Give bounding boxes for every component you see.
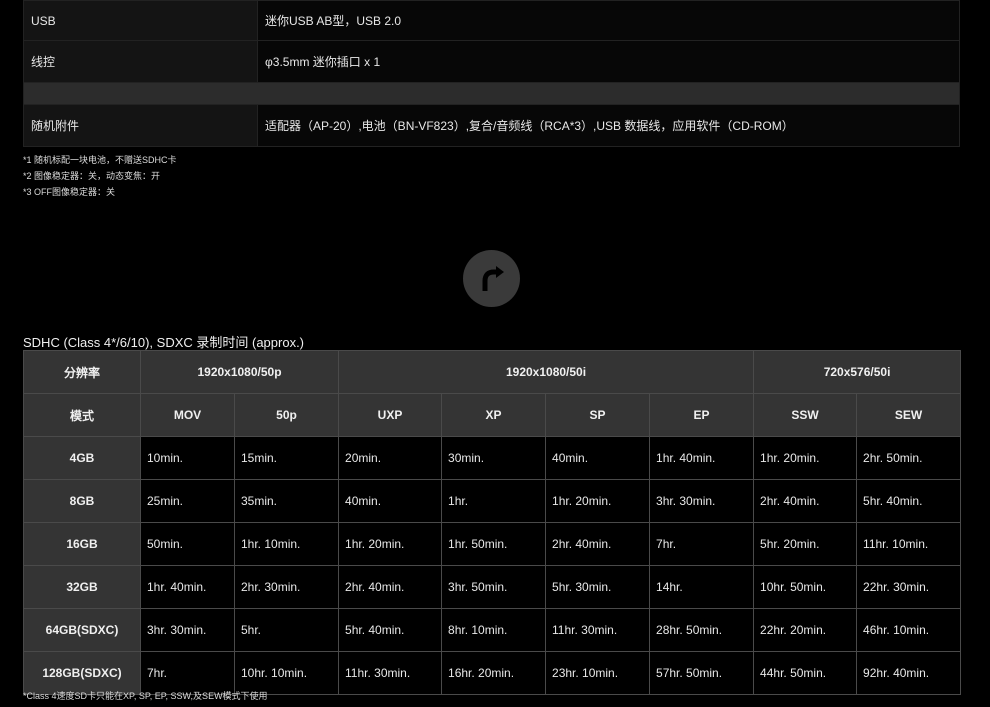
time-cell: 3hr. 30min. <box>649 479 755 523</box>
capacity-cell: 64GB(SDXC) <box>23 608 141 652</box>
spec-value: φ3.5mm 迷你插口 x 1 <box>257 40 960 83</box>
recording-time-table: 分辨率 1920x1080/50p 1920x1080/50i 720x576/… <box>23 350 962 695</box>
time-cell: 10min. <box>140 436 235 480</box>
capacity-cell: 4GB <box>23 436 141 480</box>
back-to-top-button[interactable] <box>463 250 520 307</box>
time-cell: 3hr. 50min. <box>441 565 547 609</box>
table-row: 8GB 25min. 35min. 40min. 1hr. 1hr. 20min… <box>23 479 962 523</box>
time-cell: 92hr. 40min. <box>856 651 962 695</box>
spec-notes: *1 随机标配一块电池，不赠送SDHC卡 *2 图像稳定器：关，动态变焦：开 *… <box>23 152 177 200</box>
header-row-resolution: 分辨率 1920x1080/50p 1920x1080/50i 720x576/… <box>23 350 962 394</box>
time-cell: 3hr. 30min. <box>140 608 235 652</box>
time-cell: 44hr. 50min. <box>753 651 858 695</box>
time-cell: 1hr. 50min. <box>441 522 547 566</box>
spec-value: 适配器（AP-20）,电池（BN-VF823）,复合/音频线（RCA*3）,US… <box>257 104 960 147</box>
time-cell: 10hr. 50min. <box>753 565 858 609</box>
mode-cell: XP <box>441 393 547 437</box>
note-line: *1 随机标配一块电池，不赠送SDHC卡 <box>23 155 177 165</box>
time-cell: 2hr. 50min. <box>856 436 962 480</box>
spec-label: USB <box>23 0 258 41</box>
time-cell: 28hr. 50min. <box>649 608 755 652</box>
mode-cell: UXP <box>338 393 443 437</box>
time-cell: 1hr. 40min. <box>140 565 235 609</box>
time-cell: 22hr. 30min. <box>856 565 962 609</box>
time-cell: 7hr. <box>649 522 755 566</box>
time-cell: 16hr. 20min. <box>441 651 547 695</box>
spec-label: 随机附件 <box>23 104 258 147</box>
time-cell: 1hr. <box>441 479 547 523</box>
time-cell: 14hr. <box>649 565 755 609</box>
resolution-header: 分辨率 <box>23 350 141 394</box>
time-cell: 5hr. <box>233 608 340 652</box>
mode-cell: SSW <box>753 393 858 437</box>
time-cell: 25min. <box>140 479 235 523</box>
time-cell: 1hr. 20min. <box>338 522 443 566</box>
time-cell: 50min. <box>140 522 235 566</box>
capacity-cell: 32GB <box>23 565 141 609</box>
time-cell: 2hr. 40min. <box>545 522 651 566</box>
time-cell: 5hr. 20min. <box>753 522 858 566</box>
spec-row-accessories: 随机附件 适配器（AP-20）,电池（BN-VF823）,复合/音频线（RCA*… <box>23 104 960 147</box>
table-row: 64GB(SDXC) 3hr. 30min. 5hr. 5hr. 40min. … <box>23 608 962 652</box>
mode-cell: MOV <box>140 393 235 437</box>
time-cell: 57hr. 50min. <box>649 651 755 695</box>
time-cell: 1hr. 40min. <box>649 436 755 480</box>
table-row: 16GB 50min. 1hr. 10min. 1hr. 20min. 1hr.… <box>23 522 962 566</box>
time-cell: 8hr. 10min. <box>441 608 547 652</box>
time-cell: 40min. <box>338 479 443 523</box>
mode-cell: SP <box>545 393 651 437</box>
note-line: *3 OFF图像稳定器：关 <box>23 187 116 197</box>
time-cell: 11hr. 30min. <box>338 651 443 695</box>
time-cell: 11hr. 30min. <box>545 608 651 652</box>
mode-header: 模式 <box>23 393 141 437</box>
resolution-group: 1920x1080/50p <box>139 350 340 394</box>
recording-footnote: *Class 4速度SD卡只能在XP, SP, EP, SSW,及SEW模式下使… <box>23 691 268 701</box>
time-cell: 22hr. 20min. <box>753 608 858 652</box>
resolution-group: 720x576/50i <box>753 350 962 394</box>
spec-row-remote: 线控 φ3.5mm 迷你插口 x 1 <box>23 40 960 83</box>
time-cell: 35min. <box>233 479 340 523</box>
recording-table-title: SDHC (Class 4*/6/10), SDXC 录制时间 (approx.… <box>23 335 305 350</box>
mode-cell: SEW <box>856 393 962 437</box>
time-cell: 23hr. 10min. <box>545 651 651 695</box>
mode-cell: EP <box>649 393 755 437</box>
time-cell: 1hr. 20min. <box>545 479 651 523</box>
time-cell: 2hr. 40min. <box>338 565 443 609</box>
time-cell: 15min. <box>233 436 340 480</box>
capacity-cell: 16GB <box>23 522 141 566</box>
spec-separator-row <box>23 82 960 105</box>
time-cell: 5hr. 40min. <box>338 608 443 652</box>
spec-value: 迷你USB AB型，USB 2.0 <box>257 0 960 41</box>
capacity-cell: 8GB <box>23 479 141 523</box>
time-cell: 1hr. 20min. <box>753 436 858 480</box>
time-cell: 1hr. 10min. <box>233 522 340 566</box>
spec-table: USB 迷你USB AB型，USB 2.0 线控 φ3.5mm 迷你插口 x 1… <box>23 0 960 147</box>
spec-label: 线控 <box>23 40 258 83</box>
time-cell: 30min. <box>441 436 547 480</box>
mode-cell: 50p <box>233 393 340 437</box>
table-row: 4GB 10min. 15min. 20min. 30min. 40min. 1… <box>23 436 962 480</box>
table-row: 32GB 1hr. 40min. 2hr. 30min. 2hr. 40min.… <box>23 565 962 609</box>
separator-cell <box>23 82 960 105</box>
time-cell: 20min. <box>338 436 443 480</box>
back-to-top-arrow-icon <box>482 265 504 291</box>
time-cell: 11hr. 10min. <box>856 522 962 566</box>
time-cell: 40min. <box>545 436 651 480</box>
time-cell: 2hr. 40min. <box>753 479 858 523</box>
spec-row-usb: USB 迷你USB AB型，USB 2.0 <box>23 0 960 41</box>
resolution-group: 1920x1080/50i <box>338 350 755 394</box>
time-cell: 46hr. 10min. <box>856 608 962 652</box>
time-cell: 2hr. 30min. <box>233 565 340 609</box>
header-row-mode: 模式 MOV 50p UXP XP SP EP SSW SEW <box>23 393 962 437</box>
note-line: *2 图像稳定器：关，动态变焦：开 <box>23 171 161 181</box>
time-cell: 5hr. 40min. <box>856 479 962 523</box>
time-cell: 5hr. 30min. <box>545 565 651 609</box>
